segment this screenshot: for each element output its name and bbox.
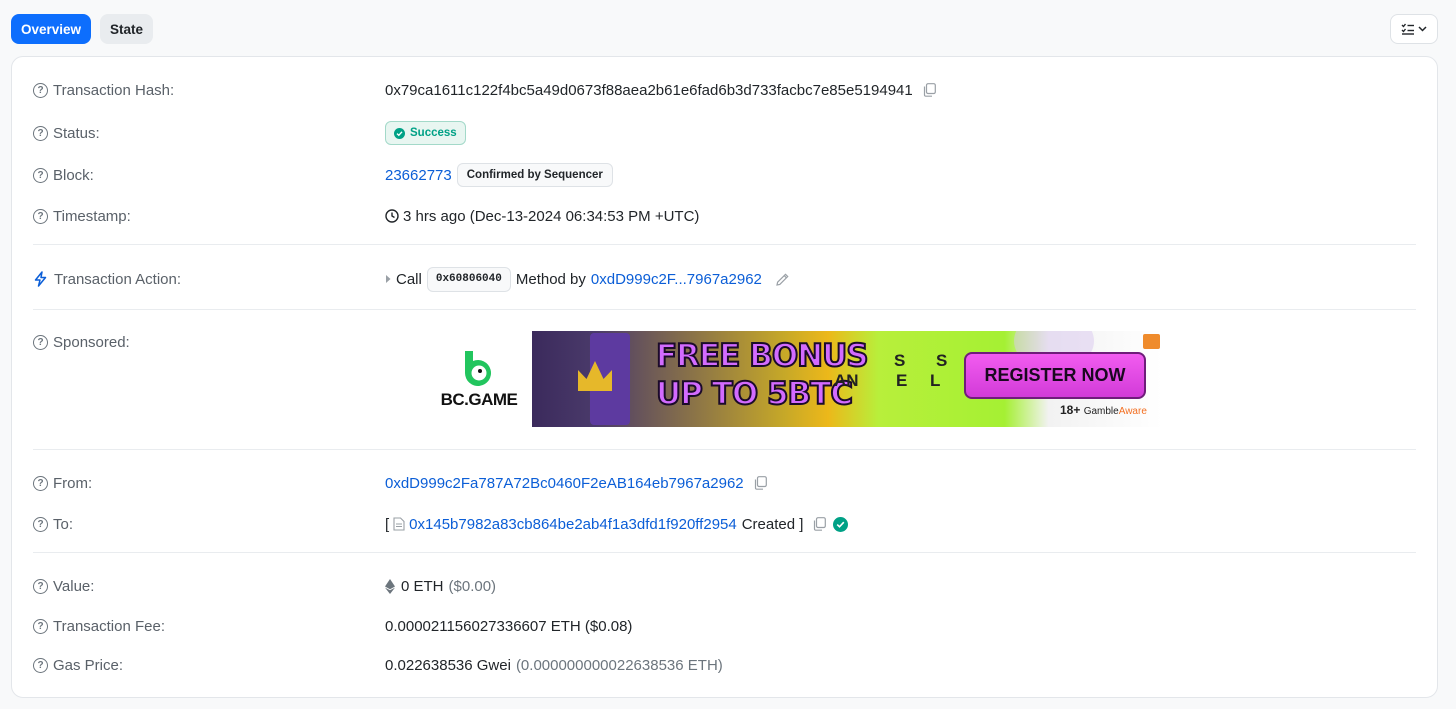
- question-circle-icon[interactable]: ?: [33, 167, 48, 183]
- tx-hash-value: 0x79ca1611c122f4bc5a49d0673f88aea2b61e6f…: [385, 81, 913, 99]
- status-label: Status:: [53, 124, 100, 142]
- timestamp-label: Timestamp:: [53, 207, 131, 225]
- gas-price-eth: (0.000000000022638536 ETH): [515, 656, 723, 674]
- ad-banner-graphic: FREE BONUS UP TO 5BTC AN S E S L REGISTE…: [532, 331, 1162, 427]
- question-circle-icon[interactable]: ?: [33, 82, 48, 98]
- ad-headline-1: FREE BONUS: [655, 337, 870, 375]
- caret-right-icon[interactable]: [385, 274, 392, 284]
- ad-letter: E: [896, 371, 908, 390]
- from-label: From:: [53, 474, 93, 492]
- from-address-link[interactable]: 0xdD999c2Fa787A72Bc0460F2eAB164eb7967a29…: [385, 475, 744, 492]
- bolt-icon: [34, 271, 47, 287]
- action-address-link[interactable]: 0xdD999c2F...7967a2962: [591, 271, 762, 288]
- to-row: ? To: [ 0x145b7982a83cb864be2ab4f1a3dfd1…: [33, 513, 1416, 535]
- question-circle-icon[interactable]: ?: [33, 334, 48, 350]
- ad-aware: Aware: [1118, 406, 1147, 417]
- value-row: ? Value: 0 ETH ($0.00): [33, 575, 1416, 597]
- check-circle-icon: [833, 516, 849, 532]
- to-open-bracket: [: [385, 515, 390, 533]
- tx-action-label: Transaction Action:: [54, 270, 182, 288]
- ethereum-icon: [385, 578, 395, 594]
- divider: [33, 244, 1416, 245]
- question-circle-icon[interactable]: ?: [33, 578, 48, 594]
- value-usd: ($0.00): [448, 577, 497, 595]
- question-circle-icon[interactable]: ?: [33, 125, 48, 141]
- copy-icon[interactable]: [923, 83, 936, 97]
- ad-letters: AN: [834, 371, 859, 390]
- status-row: ? Status: Success: [33, 120, 1416, 146]
- copy-icon[interactable]: [813, 517, 827, 531]
- confirmation-badge: Confirmed by Sequencer: [456, 163, 613, 187]
- divider: [33, 552, 1416, 553]
- block-row: ? Block: 23662773 Confirmed by Sequencer: [33, 162, 1416, 188]
- method-id-badge: 0x60806040: [426, 266, 511, 292]
- tx-fee-value: 0.000021156027336607 ETH ($0.08): [385, 617, 633, 635]
- value-label: Value:: [53, 577, 95, 595]
- chevron-down-icon: [1418, 26, 1427, 32]
- question-circle-icon[interactable]: ?: [33, 208, 48, 224]
- ad-age: 18+: [1060, 403, 1081, 417]
- timestamp-value: 3 hrs ago (Dec-13-2024 06:34:53 PM +UTC): [403, 207, 700, 225]
- check-circle-icon: [394, 127, 405, 139]
- tab-bar: Overview State: [11, 14, 154, 44]
- tx-fee-row: ? Transaction Fee: 0.000021156027336607 …: [33, 615, 1416, 637]
- status-text: Success: [410, 127, 457, 139]
- list-check-icon: [1401, 23, 1414, 35]
- sponsored-ad-banner[interactable]: BC.GAME FREE BONUS UP TO 5BTC AN S E S L…: [426, 331, 1162, 427]
- block-number-link[interactable]: 23662773: [385, 167, 452, 184]
- register-now-button[interactable]: REGISTER NOW: [964, 352, 1146, 399]
- created-text: Created ]: [741, 515, 804, 533]
- ad-choices-icon[interactable]: [1143, 334, 1160, 349]
- pencil-icon[interactable]: [775, 272, 790, 287]
- ad-letter: L: [930, 371, 941, 390]
- gas-price-value: 0.022638536 Gwei: [385, 656, 511, 674]
- view-options-button[interactable]: [1390, 14, 1438, 44]
- ad-brand-text: BC.GAME: [440, 389, 518, 409]
- block-label: Block:: [53, 166, 94, 184]
- ad-gamble: Gamble: [1083, 406, 1119, 417]
- sponsored-label: Sponsored:: [53, 333, 130, 351]
- question-circle-icon[interactable]: ?: [33, 657, 48, 673]
- question-circle-icon[interactable]: ?: [33, 475, 48, 491]
- tx-action-row: Transaction Action: Call 0x60806040 Meth…: [33, 265, 1416, 293]
- value-amount: 0 ETH: [401, 577, 444, 595]
- divider: [33, 309, 1416, 310]
- copy-icon[interactable]: [754, 476, 767, 490]
- from-row: ? From: 0xdD999c2Fa787A72Bc0460F2eAB164e…: [33, 472, 1416, 494]
- ad-letter: S: [936, 351, 948, 370]
- tx-hash-row: ? Transaction Hash: 0x79ca1611c122f4bc5a…: [33, 79, 1416, 101]
- ad-letter: S: [894, 351, 906, 370]
- status-badge: Success: [385, 121, 466, 145]
- gas-price-label: Gas Price:: [53, 656, 124, 674]
- timestamp-row: ? Timestamp: 3 hrs ago (Dec-13-2024 06:3…: [33, 205, 1416, 227]
- question-circle-icon[interactable]: ?: [33, 618, 48, 634]
- tx-hash-label: Transaction Hash:: [53, 81, 175, 99]
- transaction-details-card: ? Transaction Hash: 0x79ca1611c122f4bc5a…: [11, 56, 1438, 698]
- bcgame-logo-icon: [465, 350, 491, 386]
- bcgame-logo: BC.GAME: [426, 331, 532, 427]
- gas-price-row: ? Gas Price: 0.022638536 Gwei (0.0000000…: [33, 654, 1416, 676]
- file-contract-icon: [393, 517, 405, 531]
- clock-icon: [385, 209, 399, 223]
- divider: [33, 449, 1416, 450]
- tab-state[interactable]: State: [100, 14, 154, 44]
- to-contract-link[interactable]: 0x145b7982a83cb864be2ab4f1a3dfd1f920ff29…: [409, 516, 737, 533]
- to-label: To:: [53, 515, 74, 533]
- method-by-text: Method by: [515, 270, 586, 288]
- tab-overview[interactable]: Overview: [11, 14, 92, 44]
- question-circle-icon[interactable]: ?: [33, 516, 48, 532]
- ad-disclaimer: 18+ GambleAware: [1060, 403, 1147, 417]
- tx-fee-label: Transaction Fee:: [53, 617, 165, 635]
- call-text: Call: [396, 270, 422, 288]
